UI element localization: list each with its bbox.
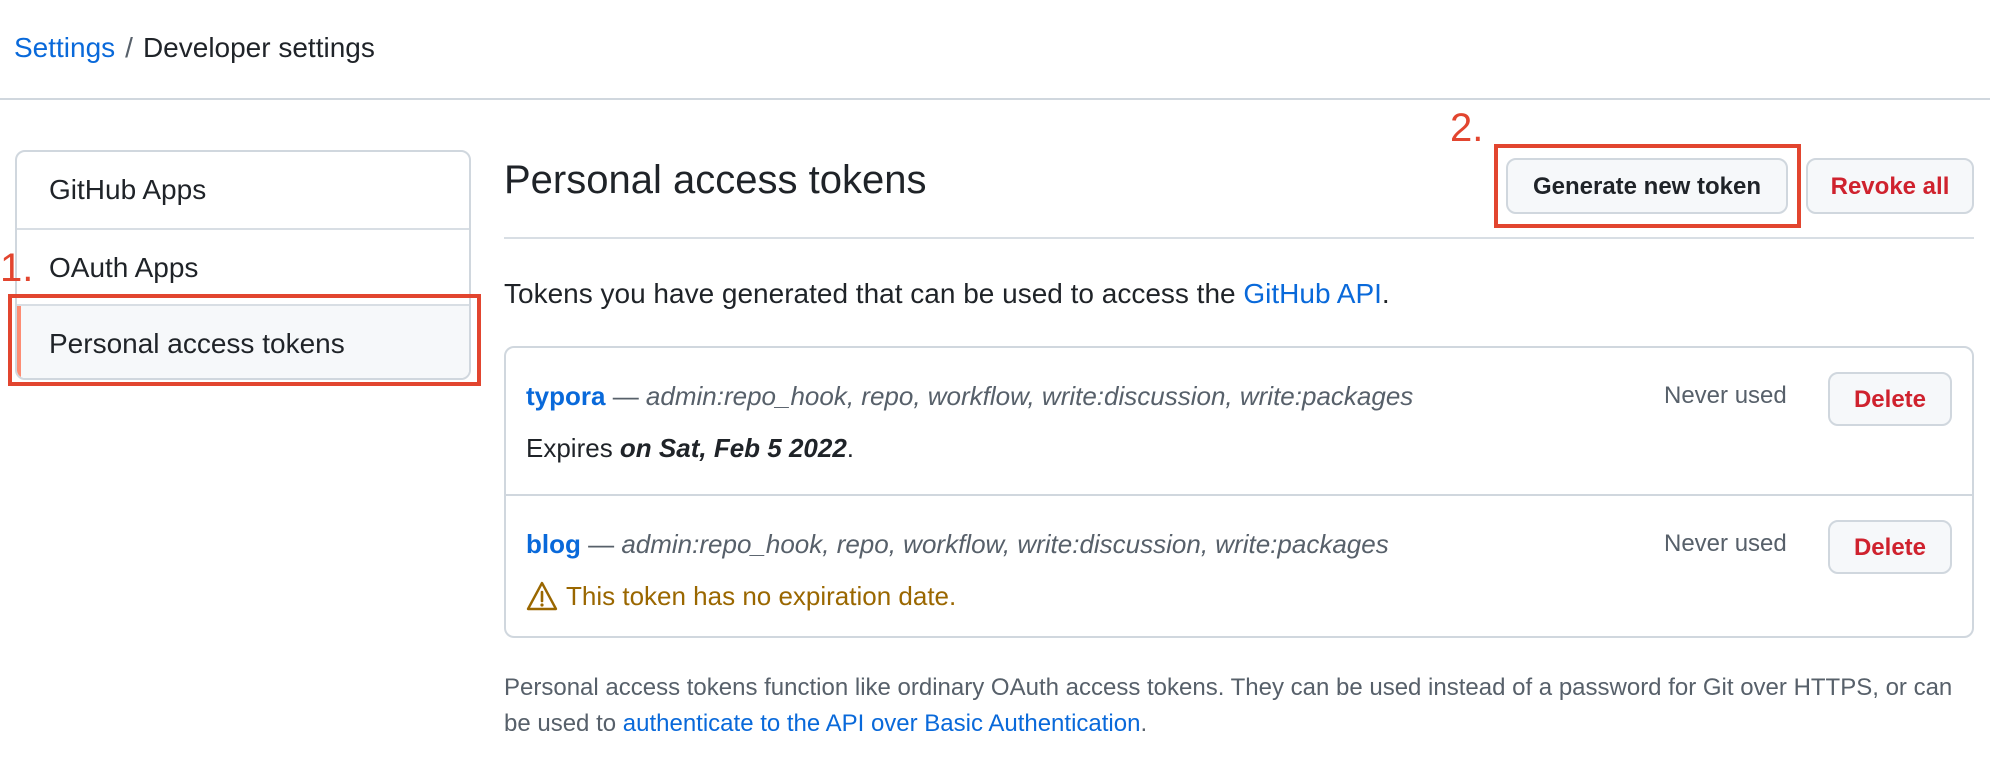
- generate-new-token-button[interactable]: Generate new token: [1506, 158, 1788, 214]
- breadcrumb-separator: /: [125, 32, 133, 63]
- token-name-link[interactable]: typora: [526, 381, 605, 411]
- token-summary: blog — admin:repo_hook, repo, workflow, …: [526, 526, 1389, 562]
- annotation-step-2: 2.: [1450, 106, 1484, 150]
- sidebar-item-oauth-apps[interactable]: OAuth Apps: [17, 228, 469, 304]
- token-summary: typora — admin:repo_hook, repo, workflow…: [526, 378, 1413, 414]
- token-last-used: Never used: [1664, 530, 1787, 557]
- delete-token-button[interactable]: Delete: [1828, 520, 1952, 574]
- basic-auth-link[interactable]: authenticate to the API over Basic Authe…: [623, 710, 1141, 737]
- token-name-link[interactable]: blog: [526, 529, 581, 559]
- delete-token-button[interactable]: Delete: [1828, 372, 1952, 426]
- token-expiry-prefix: Expires: [526, 433, 620, 463]
- token-expiry-date: on Sat, Feb 5 2022: [619, 433, 847, 463]
- token-expiry-suffix: .: [846, 433, 855, 463]
- token-list: typora — admin:repo_hook, repo, workflow…: [504, 346, 1974, 638]
- token-warning-text: This token has no expiration date.: [566, 581, 957, 611]
- annotation-box-sidebar: [8, 294, 481, 386]
- token-row: typora — admin:repo_hook, repo, workflow…: [506, 348, 1972, 492]
- footnote: Personal access tokens function like ord…: [504, 670, 1974, 742]
- breadcrumb-settings-link[interactable]: Settings: [14, 32, 115, 63]
- page-header: Settings / Developer settings: [0, 0, 1990, 100]
- sidebar-item-github-apps[interactable]: GitHub Apps: [17, 152, 469, 228]
- page-title: Personal access tokens: [504, 158, 927, 202]
- annotation-step-1: 1.: [0, 246, 34, 290]
- title-divider: [504, 237, 1974, 239]
- token-expiry: Expires on Sat, Feb 5 2022.: [526, 430, 854, 466]
- intro-text: Tokens you have generated that can be us…: [504, 274, 1390, 314]
- intro-text-end: .: [1381, 278, 1390, 309]
- footnote-end: .: [1140, 710, 1148, 737]
- token-row: blog — admin:repo_hook, repo, workflow, …: [506, 494, 1972, 640]
- revoke-all-button[interactable]: Revoke all: [1806, 158, 1974, 214]
- token-dash: —: [580, 529, 622, 559]
- token-dash: —: [605, 381, 646, 411]
- github-api-link[interactable]: GitHub API: [1243, 278, 1382, 309]
- token-expiry-warning: This token has no expiration date.: [526, 578, 956, 614]
- alert-icon: [526, 581, 558, 611]
- intro-text-body: Tokens you have generated that can be us…: [504, 278, 1244, 309]
- breadcrumb: Settings / Developer settings: [14, 30, 375, 66]
- token-last-used: Never used: [1664, 382, 1787, 409]
- token-scopes: admin:repo_hook, repo, workflow, write:d…: [621, 529, 1389, 559]
- token-scopes: admin:repo_hook, repo, workflow, write:d…: [645, 381, 1414, 411]
- breadcrumb-current: Developer settings: [142, 32, 375, 63]
